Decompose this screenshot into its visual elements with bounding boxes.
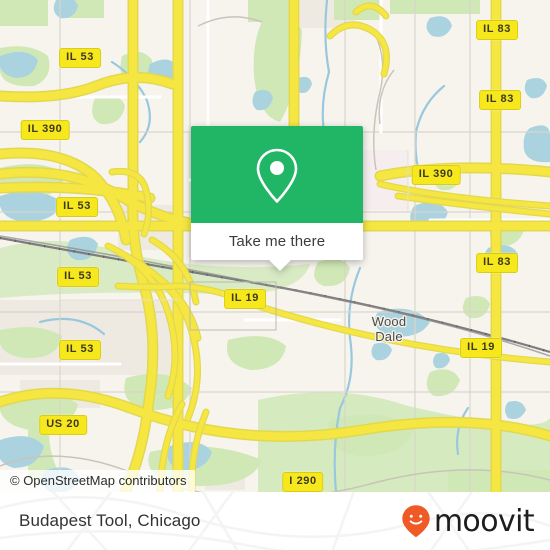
footer-bar: Budapest Tool, Chicago moovit	[0, 492, 550, 550]
place-label-line: Wood	[371, 314, 407, 329]
road-shield: US 20	[39, 415, 87, 435]
place-label-wood-dale: Wood Dale	[372, 314, 407, 344]
road-shield: IL 53	[57, 267, 99, 287]
map-canvas[interactable]: IL 53 IL 83 IL 83 IL 390 IL 390 IL 53 IL…	[0, 0, 550, 492]
place-title: Budapest Tool, Chicago	[19, 511, 201, 530]
road-shield: IL 53	[59, 340, 101, 360]
road-shield: IL 19	[460, 338, 502, 358]
map-pin-icon	[255, 147, 299, 203]
take-me-there-button[interactable]: Take me there	[191, 223, 363, 260]
take-me-there-label: Take me there	[228, 233, 326, 250]
moovit-map-screen: IL 53 IL 83 IL 83 IL 390 IL 390 IL 53 IL…	[0, 0, 550, 550]
moovit-logo[interactable]: moovit	[401, 492, 535, 550]
moovit-wordmark: moovit	[433, 504, 535, 539]
road-shield: IL 53	[59, 48, 101, 68]
road-shield: IL 19	[224, 289, 266, 309]
road-shield: IL 390	[20, 120, 70, 140]
road-shield: IL 83	[479, 90, 521, 110]
road-shield: IL 53	[56, 197, 98, 217]
popup-image-area	[191, 126, 363, 223]
popup-tail-pointer	[269, 260, 291, 271]
moovit-pin-icon	[401, 504, 431, 538]
road-shield: IL 83	[476, 20, 518, 40]
road-shield: IL 390	[411, 165, 461, 185]
osm-attribution[interactable]: © OpenStreetMap contributors	[0, 470, 195, 492]
road-shield: IL 83	[476, 253, 518, 273]
map-popup-card[interactable]: Take me there	[191, 126, 363, 271]
road-shield: I 290	[282, 472, 324, 492]
place-label-line: Dale	[375, 329, 403, 344]
